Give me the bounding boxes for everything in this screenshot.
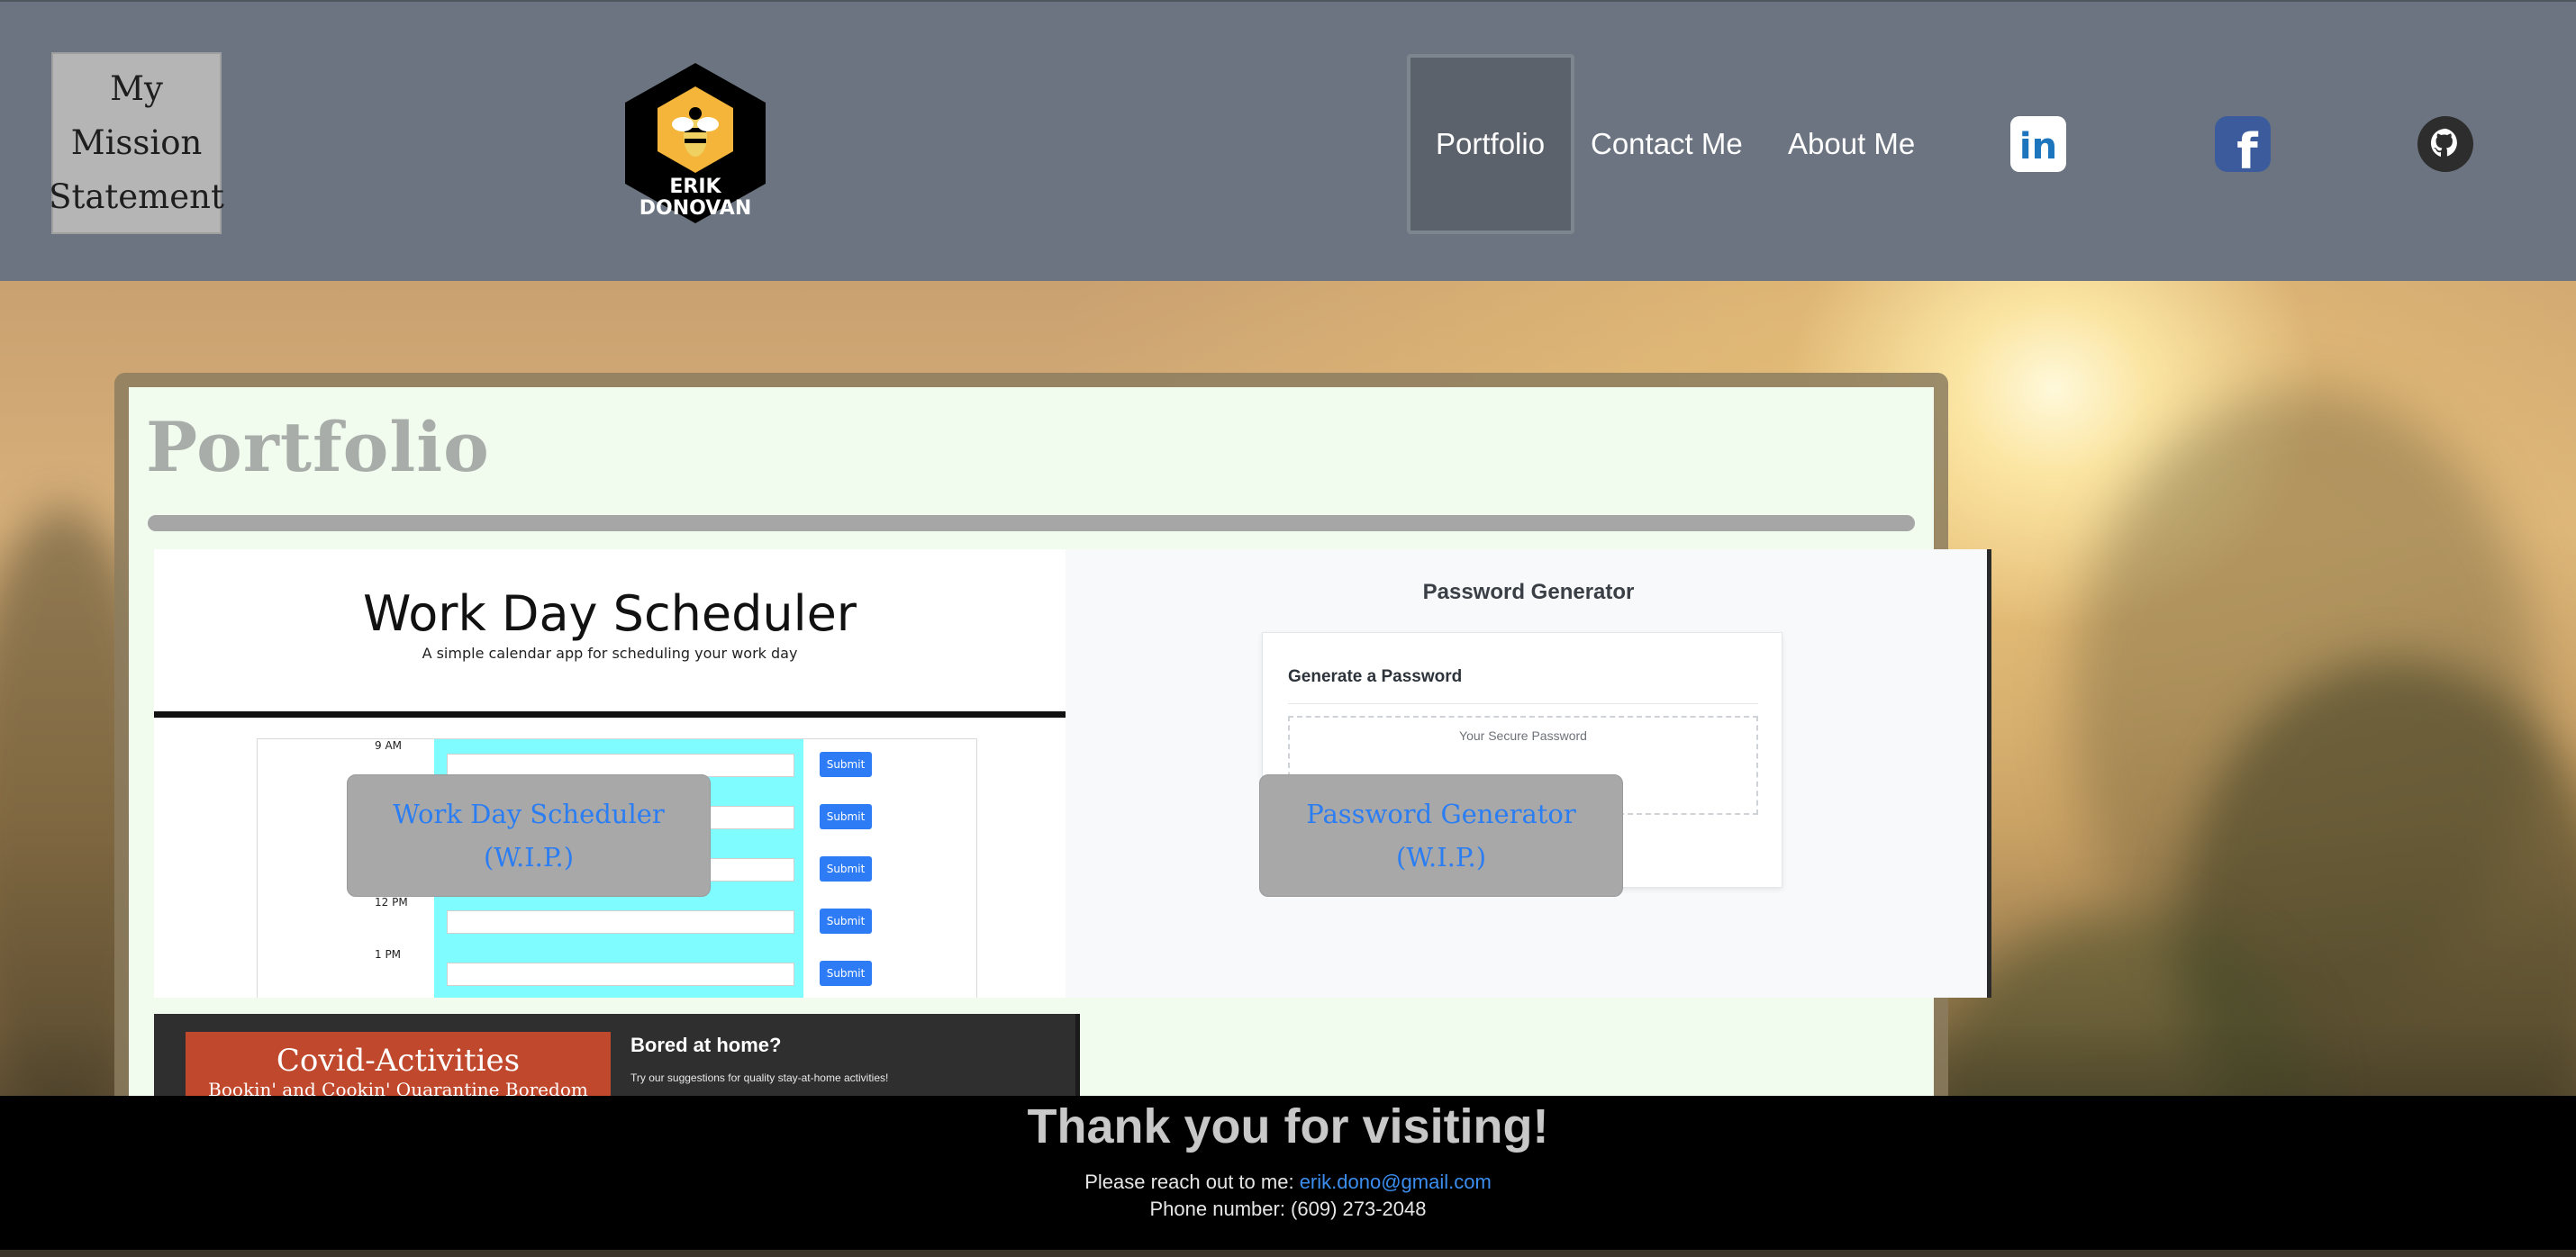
linkedin-icon[interactable]: in [2010, 116, 2066, 172]
site-header: My Mission Statement ERIK DONOVAN Portfo… [0, 0, 2576, 281]
mission-line-3: Statement [49, 177, 224, 216]
schedule-submit-button: Submit [820, 804, 872, 829]
logo-text-line1: ERIK [669, 176, 721, 198]
bee-logo[interactable]: ERIK DONOVAN [621, 61, 769, 225]
nav-about-me[interactable]: About Me [1788, 124, 1915, 164]
github-icon[interactable] [2417, 116, 2473, 172]
project-link-status: (W.I.P.) [1395, 842, 1487, 873]
schedule-input [447, 910, 794, 934]
preview-subtitle: A simple calendar app for scheduling you… [422, 645, 798, 662]
nav-contact-me[interactable]: Contact Me [1591, 124, 1743, 164]
schedule-submit-button: Submit [820, 856, 872, 882]
schedule-hour: 9 AM [375, 739, 403, 752]
preview-title: Covid-Activities [276, 1043, 521, 1079]
schedule-input [447, 963, 794, 986]
project-preview-covid-activities[interactable]: Covid-Activities Bookin' and Cookin' Qua… [154, 1014, 1080, 1104]
project-link-title: Work Day Scheduler [393, 799, 665, 829]
preview-card-title: Generate a Password [1288, 667, 1463, 686]
footer-phone: Phone number: (609) 273-2048 [1149, 1198, 1427, 1220]
title-divider [148, 515, 1915, 531]
schedule-hour: 1 PM [375, 948, 402, 961]
preview-text: Try our suggestions for quality stay-at-… [630, 1072, 889, 1084]
project-link-title: Password Generator [1306, 799, 1576, 829]
schedule-hour: 12 PM [375, 896, 408, 909]
footer-contact-label: Please reach out to me: [1084, 1171, 1294, 1193]
preview-divider [154, 711, 1066, 718]
schedule-row: 12 PM Submit [258, 896, 978, 948]
nav-portfolio[interactable]: Portfolio [1436, 124, 1545, 164]
schedule-submit-button: Submit [820, 961, 872, 986]
project-link-status: (W.I.P.) [483, 842, 575, 873]
footer-thanks: Thank you for visiting! [1027, 1099, 1549, 1153]
preview-heading: Bored at home? [630, 1034, 782, 1056]
preview-title: Work Day Scheduler [362, 585, 857, 642]
project-preview-password-generator[interactable]: Password Generator Generate a Password Y… [1066, 549, 1991, 998]
project-preview-work-day-scheduler[interactable]: Work Day Scheduler A simple calendar app… [154, 549, 1066, 998]
schedule-row: 1 PM Submit [258, 948, 978, 998]
project-link-password-generator[interactable]: Password Generator (W.I.P.) [1259, 774, 1623, 897]
preview-banner: Covid-Activities Bookin' and Cookin' Qua… [186, 1032, 611, 1104]
footer-contact: Please reach out to me: erik.dono@gmail.… [0, 1171, 2576, 1194]
bottom-edge [0, 1250, 2576, 1257]
mission-statement-button[interactable]: My Mission Statement [49, 52, 224, 234]
preview-placeholder: Your Secure Password [1459, 728, 1587, 743]
schedule-submit-button: Submit [820, 752, 872, 777]
mission-line-1: My [110, 69, 163, 108]
facebook-icon[interactable]: f [2215, 116, 2271, 172]
mission-line-2: Mission [70, 123, 203, 162]
schedule-submit-button: Submit [820, 909, 872, 934]
svg-text:f: f [2236, 123, 2258, 172]
svg-text:in: in [2019, 126, 2057, 167]
project-link-work-day-scheduler[interactable]: Work Day Scheduler (W.I.P.) [347, 774, 711, 897]
preview-title: Password Generator [1422, 580, 1635, 604]
page-title: Portfolio [146, 407, 490, 487]
footer-email-link[interactable]: erik.dono@gmail.com [1300, 1171, 1492, 1193]
logo-text-line2: DONOVAN [639, 197, 751, 220]
